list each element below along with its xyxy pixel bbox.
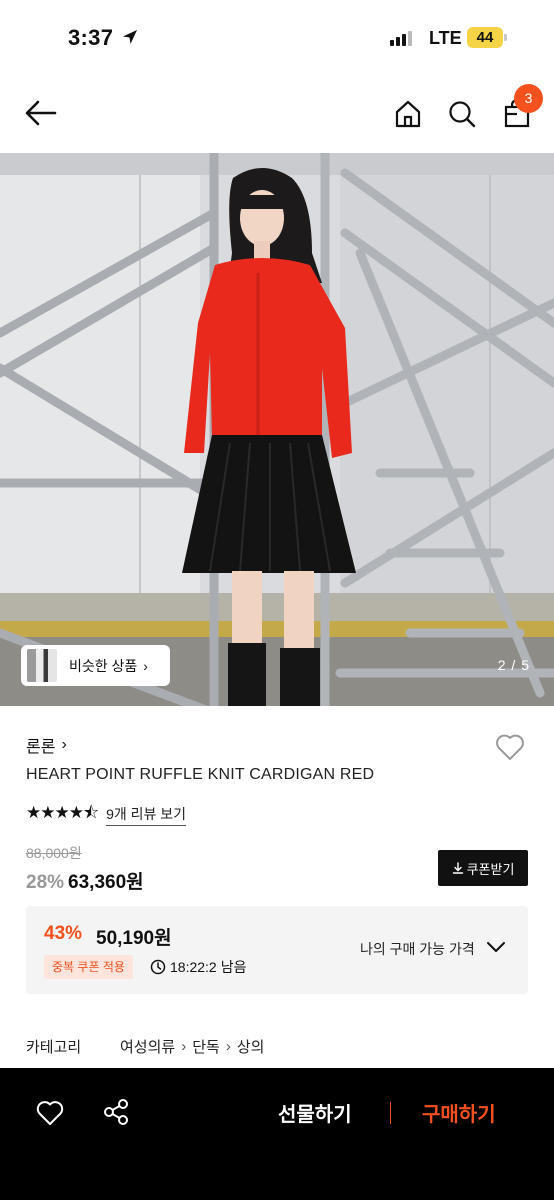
share-icon[interactable] [102, 1098, 130, 1126]
image-pager: 2 / 5 [497, 657, 530, 673]
product-image-carousel[interactable]: 비슷한 상품 › 2 / 5 [0, 153, 554, 706]
brand-link[interactable]: 론론 › [26, 733, 67, 757]
chevron-right-icon: › [143, 657, 148, 674]
breadcrumb-item[interactable]: 단독 [192, 1036, 220, 1057]
category-breadcrumb: 카테고리 여성의류 › 단독 › 상의 [26, 1036, 264, 1057]
battery-icon: 44 [467, 27, 503, 48]
action-divider [390, 1102, 391, 1124]
my-price-label: 나의 구매 가능 가격 [360, 941, 475, 957]
product-photo [0, 153, 554, 706]
home-icon[interactable] [393, 99, 423, 129]
similar-product-thumbnail [27, 649, 57, 682]
gift-button[interactable]: 선물하기 [278, 1098, 352, 1127]
timer-value: 18:22:2 [170, 959, 217, 975]
category-label: 카테고리 [26, 1039, 82, 1056]
breadcrumb-separator: › [181, 1038, 187, 1055]
my-price-box[interactable]: 43% 50,190원 중복 쿠폰 적용 18:22:2 남음 나의 구매 가능… [26, 906, 528, 994]
product-title: HEART POINT RUFFLE KNIT CARDIGAN RED [26, 766, 375, 783]
similar-products-label: 비슷한 상품 [69, 657, 138, 674]
sale-price: 63,360원 [68, 872, 144, 893]
status-time: 3:37 [68, 25, 114, 50]
search-icon[interactable] [447, 99, 477, 129]
review-link[interactable]: 9개 리뷰 보기 [106, 804, 187, 826]
signal-icon [390, 30, 412, 46]
heart-icon[interactable] [495, 733, 525, 761]
buy-button[interactable]: 구매하기 [422, 1098, 496, 1127]
clock-icon [150, 959, 166, 975]
timer-suffix: 남음 [220, 959, 247, 975]
rating-row: ★★★★⯪ 9개 리뷰 보기 [26, 800, 187, 829]
countdown-timer: 18:22:2 남음 [150, 957, 246, 977]
coupon-label: 쿠폰받기 [466, 861, 515, 877]
original-price: 88,000원 [26, 845, 82, 861]
sale-price-row: 28% 63,360원 [26, 867, 144, 894]
download-icon [452, 862, 463, 874]
star-rating: ★★★★⯪ [26, 803, 99, 822]
heart-icon[interactable] [36, 1100, 64, 1126]
status-bar: 3:37 LTE 44 [0, 0, 554, 76]
location-arrow-icon [123, 30, 137, 44]
bottom-action-bar: 선물하기 구매하기 [0, 1068, 554, 1200]
cart-count-badge: 3 [514, 84, 543, 113]
network-label: LTE [429, 28, 462, 48]
top-nav: 3 [0, 76, 554, 152]
chevron-right-icon: › [61, 736, 67, 753]
chevron-down-icon [487, 942, 505, 952]
sale-rate: 28% [26, 872, 65, 893]
my-price: 50,190원 [96, 928, 172, 949]
duplicate-coupon-badge: 중복 쿠폰 적용 [44, 955, 133, 979]
back-arrow-icon[interactable] [24, 98, 58, 128]
my-discount-rate: 43% [44, 923, 83, 944]
breadcrumb-separator: › [225, 1038, 231, 1055]
battery-nub [504, 34, 507, 41]
breadcrumb-item[interactable]: 여성의류 [120, 1036, 175, 1057]
similar-products-button[interactable]: 비슷한 상품 › [21, 645, 170, 686]
breadcrumb-item[interactable]: 상의 [237, 1036, 265, 1057]
coupon-download-button[interactable]: 쿠폰받기 [438, 850, 528, 886]
brand-name: 론론 [26, 739, 56, 756]
